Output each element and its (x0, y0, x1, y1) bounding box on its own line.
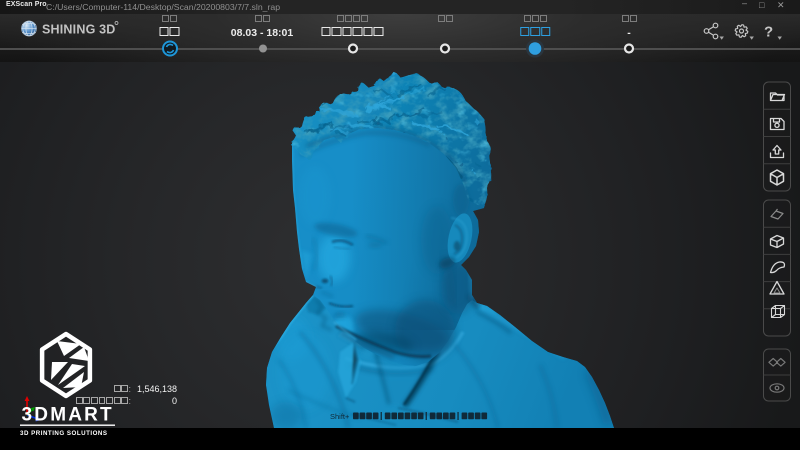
svg-text:3DMART: 3DMART (22, 405, 114, 426)
svg-text:3D PRINTING SOLUTIONS: 3D PRINTING SOLUTIONS (20, 430, 108, 437)
